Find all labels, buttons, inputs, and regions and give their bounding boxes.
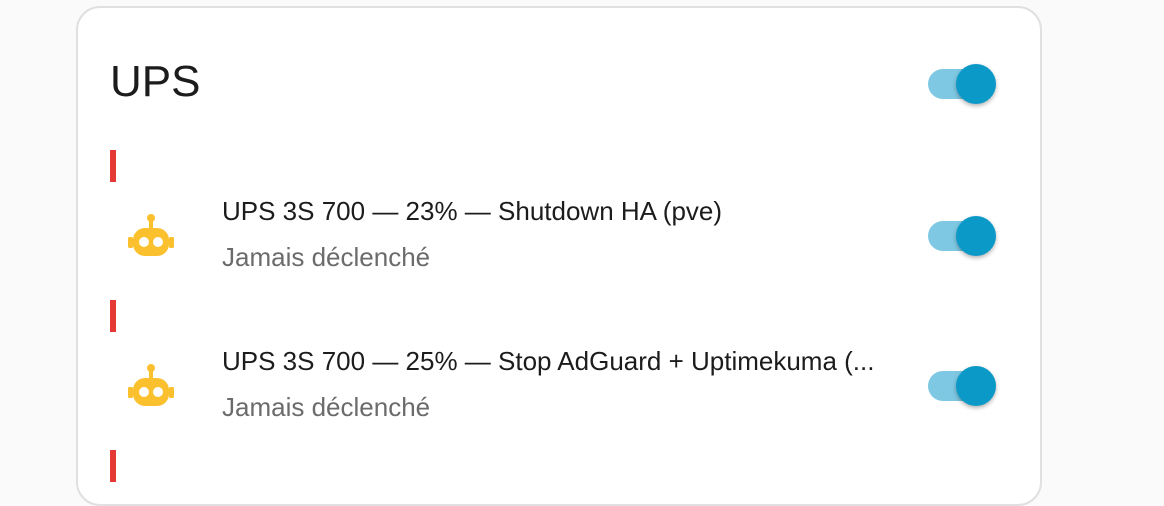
toggle-thumb xyxy=(956,366,996,406)
automation-status: Jamais déclenché xyxy=(222,242,431,272)
automation-name: UPS 3S 700 — 23% — Shutdown HA (pve) xyxy=(222,196,723,226)
status-indicator xyxy=(110,300,116,332)
card-title: UPS xyxy=(110,57,201,106)
robot-icon xyxy=(128,364,174,406)
status-indicator xyxy=(110,150,116,182)
status-indicator xyxy=(110,450,116,482)
automation-toggle[interactable] xyxy=(926,364,998,408)
automation-status: Jamais déclenché xyxy=(222,392,431,422)
toggle-thumb xyxy=(956,64,996,104)
automation-toggle[interactable] xyxy=(926,214,998,258)
ups-card: UPS UPS 3S 700 — 23% — Shutdown HA (pve)… xyxy=(76,6,1042,506)
toggle-thumb xyxy=(956,216,996,256)
automation-name: UPS 3S 700 — 25% — Stop AdGuard + Uptime… xyxy=(222,346,875,376)
robot-icon xyxy=(128,214,174,256)
group-toggle[interactable] xyxy=(926,62,998,106)
